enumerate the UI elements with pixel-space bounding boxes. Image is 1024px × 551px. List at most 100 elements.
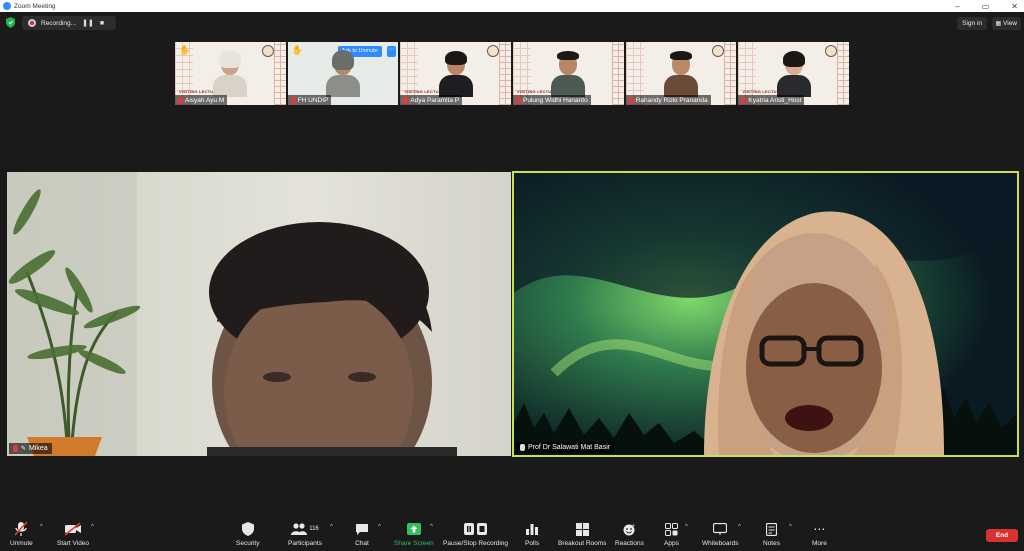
participants-count: 116 [309, 526, 319, 532]
mic-muted-icon [403, 96, 409, 104]
video-frame-speaker [514, 173, 1017, 455]
more-label: More [812, 540, 827, 547]
whiteboard-icon [713, 520, 728, 538]
participant-video [213, 50, 248, 97]
pause-stop-recording-button[interactable]: Pause/Stop Recording [443, 520, 508, 550]
meeting-toolbar: Unmute ^ Start Video ^ Security 116 Part… [0, 516, 1024, 551]
minimize-icon[interactable]: – [955, 2, 959, 11]
mic-muted-icon [628, 96, 634, 104]
mic-muted-icon [516, 96, 522, 104]
notes-button[interactable]: Notes [763, 520, 780, 550]
more-button[interactable]: ⋯ More [812, 520, 827, 550]
breakout-rooms-icon [575, 520, 589, 538]
window-controls: – ▭ ✕ [955, 0, 1018, 12]
sign-in-button[interactable]: Sign in [957, 17, 987, 30]
participant-thumbnail-strip: VISITING LECTURER ✋ Aisyah Ayu M ✋ Ask t… [175, 42, 850, 105]
polls-button[interactable]: Polls [525, 520, 539, 550]
participant-tile[interactable]: ✋ Ask to Unmute ⋯ FH UNDIP [287, 42, 399, 105]
share-screen-label: Share Screen [394, 540, 434, 547]
pause-recording-icon[interactable]: ❚❚ [81, 19, 95, 27]
breakout-rooms-button[interactable]: Breakout Rooms [558, 520, 606, 550]
reactions-button[interactable]: + Reactions [615, 520, 644, 550]
whiteboards-label: Whiteboards [702, 540, 739, 547]
raised-hand-icon: ✋ [179, 45, 191, 55]
participant-namebar: FH UNDIP [287, 95, 332, 105]
grid-icon: ▦ [995, 21, 1002, 27]
chat-caret-icon[interactable]: ^ [378, 524, 381, 530]
apps-icon [664, 520, 678, 538]
notes-label: Notes [763, 540, 780, 547]
participant-tile[interactable]: VISITING LECTURER Kyatria Aristi_Host [738, 42, 850, 105]
shield-icon [241, 520, 254, 538]
participant-video [776, 51, 811, 97]
participant-tile[interactable]: VISITING LECTURER Pulung Widhi Hananto [513, 42, 624, 105]
share-screen-button[interactable]: Share Screen [394, 520, 434, 550]
start-video-label: Start Video [57, 540, 90, 547]
reactions-label: Reactions [615, 540, 644, 547]
participant-namebar: Rahandy Rizki Prananda [625, 95, 711, 105]
participant-namebar: Kyatria Aristi_Host [738, 95, 805, 105]
participant-namebar: Adya Paramita P [400, 95, 463, 105]
participant-tile[interactable]: VISITING LECTURER Adya Paramita P [400, 42, 512, 105]
participant-video-active-speaker[interactable]: Prof Dr Salawati Mat Basir [512, 171, 1019, 457]
close-icon[interactable]: ✕ [1011, 2, 1018, 11]
participant-name: Mikea [29, 445, 48, 452]
video-options-caret-icon[interactable]: ^ [91, 524, 94, 530]
title-bar: Zoom Meeting – ▭ ✕ [0, 0, 1024, 12]
participant-tile[interactable]: VISITING LECTURER ✋ Aisyah Ayu M [175, 42, 286, 105]
recording-indicator: Recording... ❚❚ ■ [22, 16, 116, 30]
recording-label: Recording... [41, 19, 77, 27]
participant-video [664, 51, 699, 97]
share-caret-icon[interactable]: ^ [430, 524, 433, 530]
participants-icon: 116 [291, 520, 319, 538]
chat-button[interactable]: Chat [355, 520, 369, 550]
participant-video [326, 50, 360, 97]
more-icon: ⋯ [813, 522, 826, 536]
view-label: View [1003, 20, 1017, 27]
shield-icon[interactable] [6, 17, 15, 28]
end-meeting-button[interactable]: End [986, 529, 1018, 542]
participant-name: Kyatria Aristi_Host [748, 96, 802, 104]
pause-stop-recording-label: Pause/Stop Recording [443, 540, 509, 547]
maximize-icon[interactable]: ▭ [982, 2, 990, 11]
raised-hand-icon: ✋ [291, 45, 303, 55]
apps-caret-icon[interactable]: ^ [685, 524, 688, 530]
participant-namebar: Prof Dr Salawati Mat Basir [516, 442, 615, 453]
zoom-app-icon [3, 2, 11, 10]
participant-name: Aisyah Ayu M [185, 96, 225, 104]
apps-button[interactable]: Apps [664, 520, 679, 550]
university-logo [487, 45, 500, 57]
pause-stop-icon [463, 520, 488, 538]
more-options-icon[interactable]: ⋯ [386, 46, 396, 57]
polls-icon [526, 520, 539, 538]
unmute-button[interactable]: Unmute [10, 520, 33, 550]
whiteboards-caret-icon[interactable]: ^ [738, 524, 741, 530]
participant-namebar: ✎ Mikea [9, 443, 52, 454]
university-logo [825, 45, 838, 57]
whiteboards-button[interactable]: Whiteboards [702, 520, 739, 550]
university-logo [712, 45, 725, 57]
participant-name: Rahandy Rizki Prananda [635, 96, 708, 104]
mic-muted-icon [741, 96, 747, 104]
participants-button[interactable]: 116 Participants [288, 520, 322, 550]
view-button[interactable]: ▦ View [991, 17, 1021, 30]
participants-caret-icon[interactable]: ^ [330, 524, 333, 530]
security-button[interactable]: Security [236, 520, 259, 550]
window-title: Zoom Meeting [14, 2, 56, 10]
reactions-icon: + [623, 520, 636, 538]
participant-video-main-left[interactable]: ✎ Mikea [7, 172, 511, 456]
zoom-meeting-window: Zoom Meeting – ▭ ✕ Recording... ❚❚ ■ Sig… [0, 0, 1024, 551]
mic-icon [520, 444, 525, 451]
breakout-rooms-label: Breakout Rooms [558, 540, 607, 547]
participant-name: FH UNDIP [297, 96, 329, 104]
start-video-button[interactable]: Start Video [57, 520, 89, 550]
notes-caret-icon[interactable]: ^ [789, 524, 792, 530]
svg-text:+: + [632, 523, 635, 529]
chat-label: Chat [355, 540, 369, 547]
recording-dot-icon [28, 19, 36, 27]
audio-options-caret-icon[interactable]: ^ [40, 524, 43, 530]
video-off-icon [64, 520, 82, 538]
stop-recording-icon[interactable]: ■ [95, 20, 109, 27]
video-off-icon: ✎ [21, 446, 27, 452]
participant-tile[interactable]: Rahandy Rizki Prananda [625, 42, 737, 105]
